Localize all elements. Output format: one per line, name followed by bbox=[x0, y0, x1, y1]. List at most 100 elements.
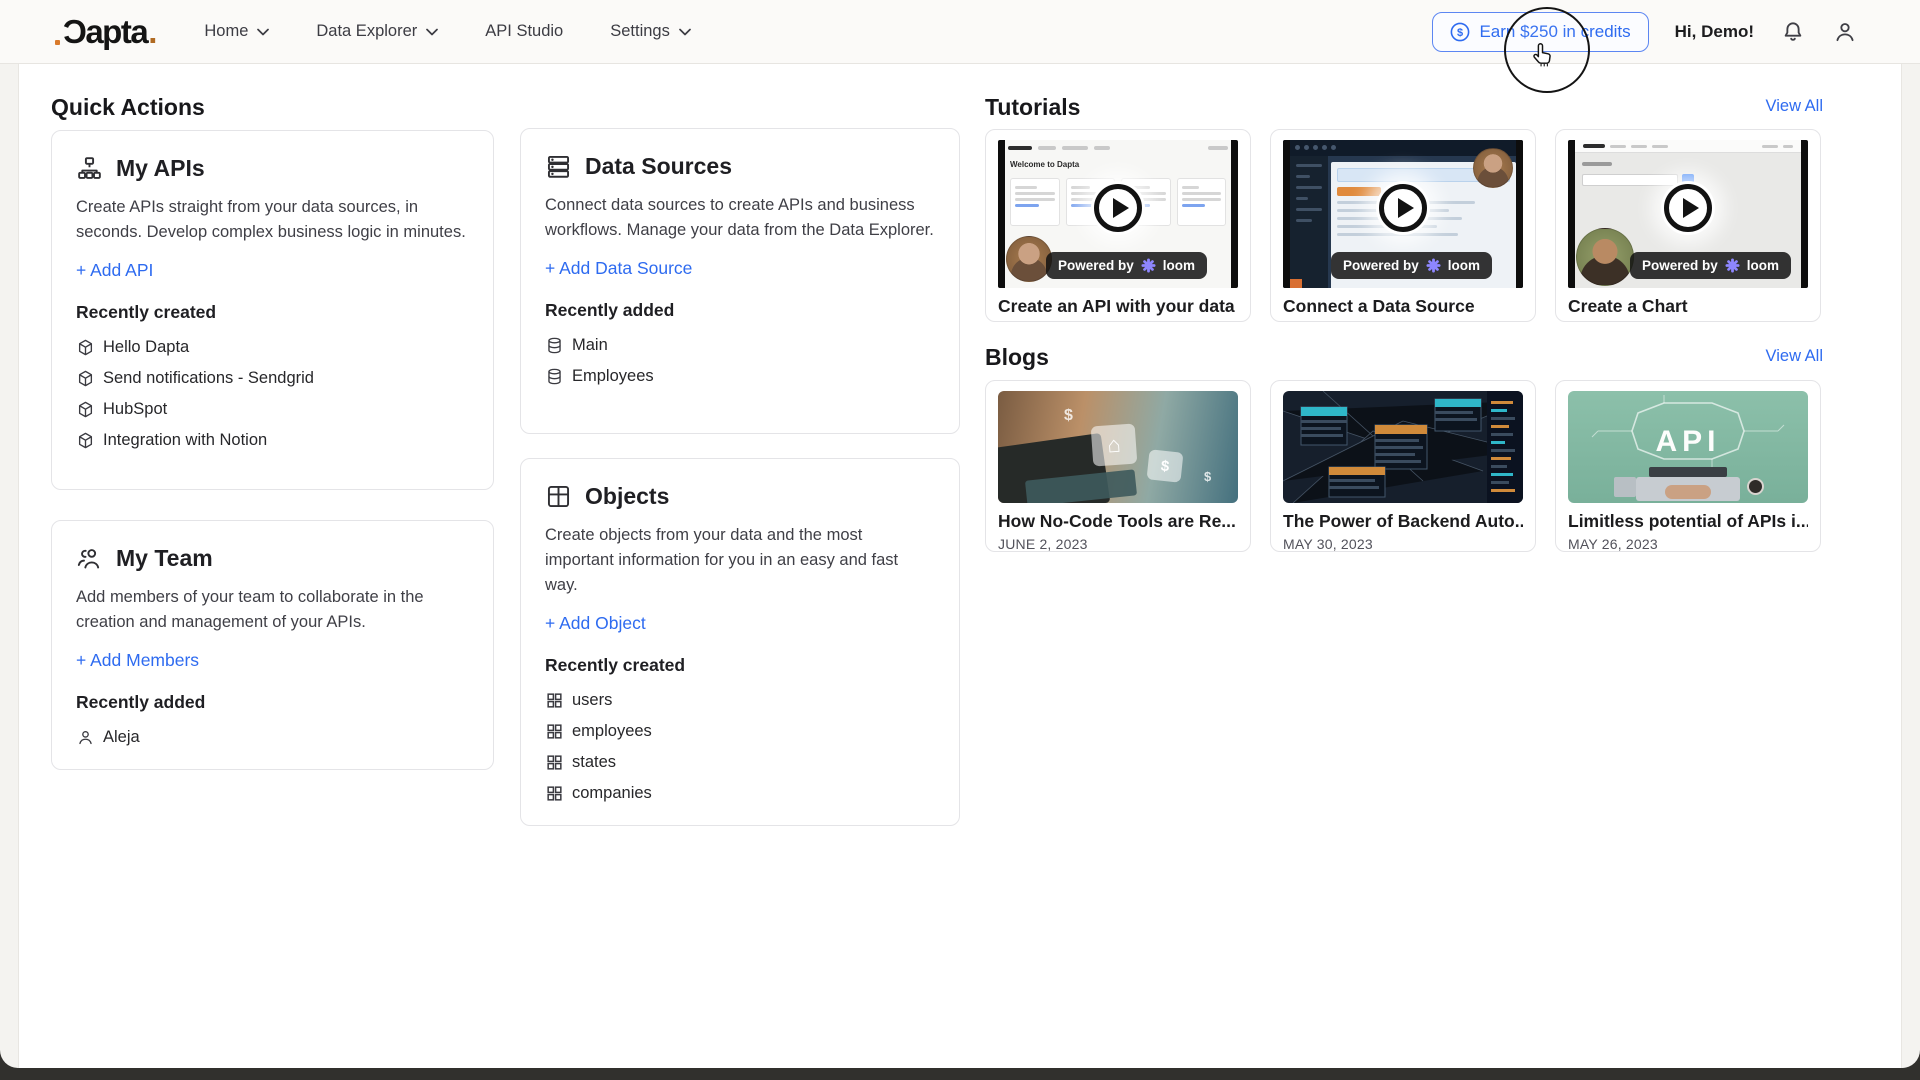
api-thumb-text: API bbox=[1655, 425, 1720, 459]
bank-icon: ⌂ bbox=[1091, 424, 1138, 467]
nav-item-label: Home bbox=[204, 22, 248, 41]
letterbox-bar bbox=[1283, 140, 1290, 288]
object-list-item[interactable]: employees bbox=[545, 716, 935, 747]
cube-icon bbox=[76, 431, 95, 450]
blogs-heading: Blogs bbox=[985, 344, 1049, 371]
blogs-view-all-link[interactable]: View All bbox=[1766, 347, 1823, 366]
app-window: Ɔapta. Home Data Explorer API Studio Set… bbox=[0, 0, 1920, 1068]
add-api-link[interactable]: + Add API bbox=[76, 260, 153, 281]
source-name: Main bbox=[572, 336, 608, 355]
team-icon bbox=[76, 545, 103, 572]
cube-icon bbox=[76, 400, 95, 419]
logo-period: . bbox=[148, 13, 157, 51]
object-list-item[interactable]: companies bbox=[545, 778, 935, 809]
notifications-bell-icon[interactable] bbox=[1780, 19, 1806, 45]
nav-item-api-studio[interactable]: API Studio bbox=[485, 22, 563, 41]
table-grid-icon bbox=[545, 483, 572, 510]
letterbox-bar bbox=[1516, 140, 1523, 288]
card-title: Objects bbox=[585, 483, 669, 510]
database-icon bbox=[545, 336, 564, 355]
card-header: Data Sources bbox=[545, 153, 935, 180]
loom-badge: Powered by loom bbox=[1630, 252, 1791, 279]
play-button-icon[interactable] bbox=[1091, 181, 1145, 235]
loom-badge-text: Powered by bbox=[1058, 258, 1134, 273]
sitemap-icon bbox=[76, 155, 103, 182]
blog-thumbnail: API bbox=[1568, 391, 1808, 503]
object-name: companies bbox=[572, 784, 652, 803]
member-list-item[interactable]: Aleja bbox=[76, 722, 469, 753]
object-list-item[interactable]: states bbox=[545, 747, 935, 778]
nav-item-label: API Studio bbox=[485, 22, 563, 41]
loom-logo-icon bbox=[1141, 258, 1156, 273]
cube-icon bbox=[76, 338, 95, 357]
object-name: users bbox=[572, 691, 612, 710]
schema-graphic bbox=[1283, 391, 1523, 503]
nav-item-home[interactable]: Home bbox=[204, 22, 269, 41]
object-name: employees bbox=[572, 722, 652, 741]
tutorials-view-all-link[interactable]: View All bbox=[1766, 97, 1823, 116]
source-list-item[interactable]: Employees bbox=[545, 361, 935, 392]
thumb-caption: Welcome to Dapta bbox=[1010, 160, 1079, 169]
nav-item-settings[interactable]: Settings bbox=[610, 22, 691, 41]
data-sources-card: Data Sources Connect data sources to cre… bbox=[520, 128, 960, 434]
nav-right-group: $ Earn $250 in credits Hi, Demo! bbox=[1432, 12, 1858, 52]
server-icon bbox=[545, 153, 572, 180]
card-title: Data Sources bbox=[585, 153, 732, 180]
svg-text:$: $ bbox=[1457, 27, 1463, 39]
nav-item-data-explorer[interactable]: Data Explorer bbox=[316, 22, 438, 41]
mouse-cursor bbox=[1528, 40, 1558, 74]
api-list-item[interactable]: HubSpot bbox=[76, 394, 469, 425]
member-name: Aleja bbox=[103, 728, 140, 747]
card-description: Connect data sources to create APIs and … bbox=[545, 193, 935, 243]
blog-card-no-code-tools[interactable]: ⌂ $ $ $ How No-Code Tools are Re... JUNE… bbox=[985, 380, 1251, 552]
recently-added-header: Recently added bbox=[76, 692, 469, 713]
blog-title: Limitless potential of APIs i... bbox=[1568, 511, 1808, 532]
add-members-link[interactable]: + Add Members bbox=[76, 650, 199, 671]
letterbox-bar bbox=[1231, 140, 1238, 288]
recent-apis-list: Hello Dapta Send notifications - Sendgri… bbox=[76, 332, 469, 456]
add-object-link[interactable]: + Add Object bbox=[545, 613, 646, 634]
source-list-item[interactable]: Main bbox=[545, 330, 935, 361]
database-icon bbox=[545, 367, 564, 386]
grid-icon bbox=[545, 784, 564, 803]
blog-thumbnail bbox=[1283, 391, 1523, 503]
dollar-glyph: $ bbox=[1204, 469, 1211, 484]
api-list-item[interactable]: Send notifications - Sendgrid bbox=[76, 363, 469, 394]
recently-created-header: Recently created bbox=[76, 302, 469, 323]
blog-card-limitless-apis[interactable]: API Limitless potential of APIs i... MAY… bbox=[1555, 380, 1821, 552]
dollar-tile-icon: $ bbox=[1147, 449, 1184, 482]
thumb-decor bbox=[1295, 145, 1336, 150]
recently-added-header: Recently added bbox=[545, 300, 935, 321]
blog-date: JUNE 2, 2023 bbox=[998, 536, 1238, 552]
nav-item-label: Settings bbox=[610, 22, 670, 41]
object-list-item[interactable]: users bbox=[545, 685, 935, 716]
thumb-decor bbox=[1665, 485, 1711, 499]
card-header: My APIs bbox=[76, 155, 469, 182]
add-data-source-link[interactable]: + Add Data Source bbox=[545, 258, 692, 279]
loom-logo-icon bbox=[1426, 258, 1441, 273]
play-button-icon[interactable] bbox=[1661, 181, 1715, 235]
thumb-decor bbox=[1008, 146, 1228, 154]
recent-sources-list: Main Employees bbox=[545, 330, 935, 392]
api-name: Send notifications - Sendgrid bbox=[103, 369, 314, 388]
chevron-down-icon bbox=[679, 28, 691, 36]
tutorial-card-connect-data-source[interactable]: Powered by loom Connect a Data Source bbox=[1270, 129, 1536, 322]
letterbox-bar bbox=[998, 140, 1005, 288]
tutorial-video-thumbnail: Powered by loom bbox=[1568, 140, 1808, 288]
letterbox-bar bbox=[1568, 140, 1575, 288]
person-icon bbox=[76, 728, 95, 747]
blog-card-backend-automation[interactable]: The Power of Backend Auto... MAY 30, 202… bbox=[1270, 380, 1536, 552]
tutorial-card-create-api[interactable]: Welcome to Dapta Powered by loom Create … bbox=[985, 129, 1251, 322]
api-list-item[interactable]: Integration with Notion bbox=[76, 425, 469, 456]
tutorials-heading: Tutorials bbox=[985, 94, 1080, 121]
chevron-down-icon bbox=[257, 28, 269, 36]
blog-thumbnail: ⌂ $ $ $ bbox=[998, 391, 1238, 503]
loom-logo-icon bbox=[1725, 258, 1740, 273]
dapta-logo[interactable]: Ɔapta. bbox=[55, 13, 157, 51]
play-button-icon[interactable] bbox=[1376, 181, 1430, 235]
recently-created-header: Recently created bbox=[545, 655, 935, 676]
api-list-item[interactable]: Hello Dapta bbox=[76, 332, 469, 363]
account-user-icon[interactable] bbox=[1832, 19, 1858, 45]
objects-card: Objects Create objects from your data an… bbox=[520, 458, 960, 826]
tutorial-card-create-chart[interactable]: Powered by loom Create a Chart bbox=[1555, 129, 1821, 322]
